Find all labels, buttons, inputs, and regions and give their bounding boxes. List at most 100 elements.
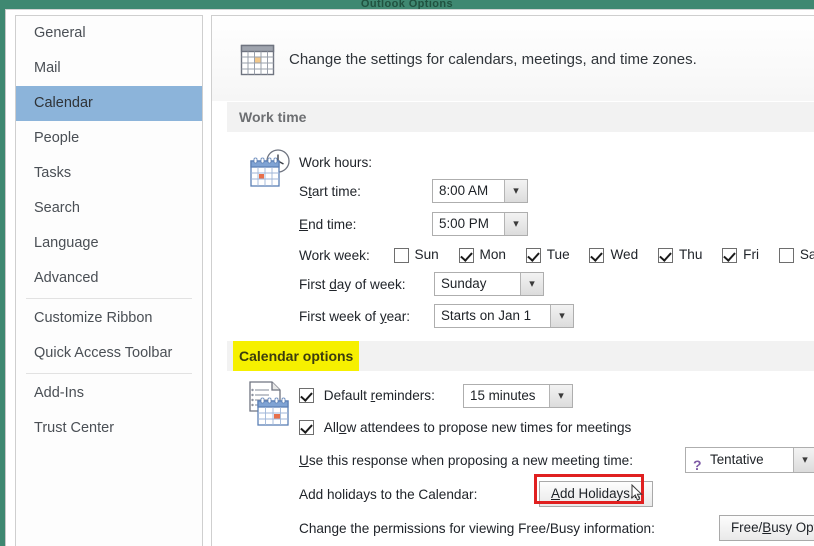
chevron-down-icon[interactable]: ▾ bbox=[504, 213, 527, 235]
pane-header-text: Change the settings for calendars, meeti… bbox=[289, 51, 697, 68]
chevron-down-icon[interactable]: ▾ bbox=[549, 385, 572, 407]
sidebar-item-customize-ribbon[interactable]: Customize Ribbon bbox=[16, 301, 202, 336]
calendar-options-section-band: Calendar options bbox=[227, 341, 814, 371]
first-week-of-year-combo[interactable]: Starts on Jan 1 ▾ bbox=[434, 304, 574, 328]
start-time-combo[interactable]: 8:00 AM ▾ bbox=[432, 179, 528, 203]
work-time-section-title: Work time bbox=[239, 109, 307, 125]
end-time-value: 5:00 PM bbox=[439, 216, 489, 231]
sidebar-divider bbox=[26, 373, 192, 374]
sidebar-item-label: Tasks bbox=[34, 165, 72, 181]
default-reminders-row: Default reminders: bbox=[299, 387, 435, 403]
add-holidays-row: Add holidays to the Calendar: bbox=[299, 486, 477, 502]
sidebar-item-label: Quick Access Toolbar bbox=[34, 345, 173, 361]
response-when-proposing-row: Use this response when proposing a new m… bbox=[299, 452, 633, 468]
day-label: Wed bbox=[610, 247, 639, 263]
default-reminders-combo[interactable]: 15 minutes ▾ bbox=[463, 384, 573, 408]
checkbox-thu[interactable] bbox=[657, 248, 673, 264]
end-time-combo[interactable]: 5:00 PM ▾ bbox=[432, 212, 528, 236]
day-label: Fri bbox=[743, 247, 760, 263]
work-week-day-sun[interactable]: Sun bbox=[393, 247, 439, 264]
work-time-section-band: Work time bbox=[227, 102, 814, 132]
sidebar-item-label: Language bbox=[34, 235, 99, 251]
checkbox-sun[interactable] bbox=[393, 248, 409, 264]
first-week-of-year-row: First week of year: bbox=[299, 308, 410, 324]
day-label: Sun bbox=[414, 247, 439, 263]
default-reminders-label: Default reminders: bbox=[323, 387, 435, 403]
allow-propose-label: Allow attendees to propose new times for… bbox=[323, 419, 632, 435]
checkbox-wed[interactable] bbox=[589, 248, 605, 264]
end-time-label: End time: bbox=[299, 216, 357, 232]
day-label: Mon bbox=[479, 247, 506, 263]
response-when-proposing-value: Tentative bbox=[710, 452, 764, 467]
chevron-down-icon[interactable]: ▾ bbox=[793, 448, 814, 472]
chevron-down-icon[interactable]: ▾ bbox=[504, 180, 527, 202]
sidebar-item-general[interactable]: General bbox=[16, 16, 202, 51]
sidebar-item-label: Advanced bbox=[34, 270, 99, 286]
chevron-down-icon[interactable]: ▾ bbox=[520, 273, 543, 295]
mouse-cursor-icon bbox=[631, 484, 643, 501]
end-time-row: End time: bbox=[299, 216, 356, 232]
start-time-label: Start time: bbox=[299, 183, 361, 199]
start-time-row: Start time: bbox=[299, 183, 361, 199]
work-week-day-wed[interactable]: Wed bbox=[589, 247, 639, 264]
response-when-proposing-combo[interactable]: ? Tentative ▾ bbox=[685, 447, 814, 473]
settings-pane: Change the settings for calendars, meeti… bbox=[211, 15, 814, 546]
day-label: Tue bbox=[546, 247, 570, 263]
day-label: Sat bbox=[799, 247, 814, 263]
reminders-icon bbox=[249, 381, 289, 426]
work-week-day-mon[interactable]: Mon bbox=[458, 247, 506, 264]
checkbox-mon[interactable] bbox=[458, 248, 474, 264]
dialog-body: General Mail Calendar People Tasks Searc… bbox=[5, 9, 814, 546]
calendar-icon bbox=[240, 44, 275, 76]
sidebar-item-search[interactable]: Search bbox=[16, 191, 202, 226]
sidebar-item-label: Add-Ins bbox=[34, 385, 84, 401]
response-when-proposing-label: Use this response when proposing a new m… bbox=[299, 452, 633, 468]
allow-propose-row[interactable]: Allow attendees to propose new times for… bbox=[299, 419, 631, 435]
chevron-down-icon[interactable]: ▾ bbox=[550, 305, 573, 327]
work-week-day-sat[interactable]: Sat bbox=[778, 247, 814, 264]
question-mark-icon: ? bbox=[693, 457, 702, 473]
default-reminders-value: 15 minutes bbox=[470, 388, 536, 403]
outlook-options-dialog: Outlook Options General Mail Calendar Pe… bbox=[0, 0, 814, 546]
checkbox-tue[interactable] bbox=[525, 248, 541, 264]
sidebar-item-people[interactable]: People bbox=[16, 121, 202, 156]
sidebar-item-add-ins[interactable]: Add-Ins bbox=[16, 376, 202, 411]
sidebar-divider bbox=[26, 298, 192, 299]
sidebar-item-label: General bbox=[34, 25, 86, 41]
sidebar-item-advanced[interactable]: Advanced bbox=[16, 261, 202, 296]
first-day-of-week-combo[interactable]: Sunday ▾ bbox=[434, 272, 544, 296]
sidebar-item-trust-center[interactable]: Trust Center bbox=[16, 411, 202, 446]
sidebar-item-label: Customize Ribbon bbox=[34, 310, 153, 326]
settings-sidebar[interactable]: General Mail Calendar People Tasks Searc… bbox=[15, 15, 203, 546]
calendar-options-section-title: Calendar options bbox=[233, 341, 360, 371]
add-holidays-label: Add holidays to the Calendar: bbox=[299, 486, 478, 502]
first-day-of-week-value: Sunday bbox=[441, 276, 487, 291]
work-week-label: Work week: bbox=[299, 247, 370, 263]
checkbox-sat[interactable] bbox=[778, 248, 794, 264]
dialog-title: Outlook Options bbox=[0, 0, 814, 9]
pane-header: Change the settings for calendars, meeti… bbox=[212, 16, 814, 101]
work-week-day-tue[interactable]: Tue bbox=[525, 247, 570, 264]
sidebar-item-tasks[interactable]: Tasks bbox=[16, 156, 202, 191]
sidebar-item-label: Mail bbox=[34, 60, 61, 76]
sidebar-item-calendar[interactable]: Calendar bbox=[16, 86, 202, 121]
checkbox-default-reminders[interactable] bbox=[299, 387, 314, 403]
work-week-row: Work week: Sun Mon Tue Wed Thu Fri Sat bbox=[299, 247, 814, 264]
first-week-of-year-label: First week of year: bbox=[299, 308, 411, 324]
checkbox-allow-propose[interactable] bbox=[299, 419, 314, 435]
free-busy-options-button[interactable]: Free/Busy Options... bbox=[719, 515, 814, 541]
first-day-of-week-row: First day of week: bbox=[299, 276, 406, 292]
sidebar-item-quick-access-toolbar[interactable]: Quick Access Toolbar bbox=[16, 336, 202, 371]
work-hours-icon bbox=[250, 149, 290, 187]
checkbox-fri[interactable] bbox=[722, 248, 738, 264]
sidebar-item-label: Trust Center bbox=[34, 420, 115, 436]
sidebar-item-language[interactable]: Language bbox=[16, 226, 202, 261]
work-week-day-thu[interactable]: Thu bbox=[657, 247, 702, 264]
start-time-value: 8:00 AM bbox=[439, 183, 489, 198]
work-week-day-fri[interactable]: Fri bbox=[722, 247, 760, 264]
first-day-of-week-label: First day of week: bbox=[299, 276, 406, 292]
free-busy-label: Change the permissions for viewing Free/… bbox=[299, 520, 655, 536]
first-week-of-year-value: Starts on Jan 1 bbox=[441, 308, 532, 323]
sidebar-item-mail[interactable]: Mail bbox=[16, 51, 202, 86]
sidebar-item-label: Calendar bbox=[34, 95, 93, 111]
